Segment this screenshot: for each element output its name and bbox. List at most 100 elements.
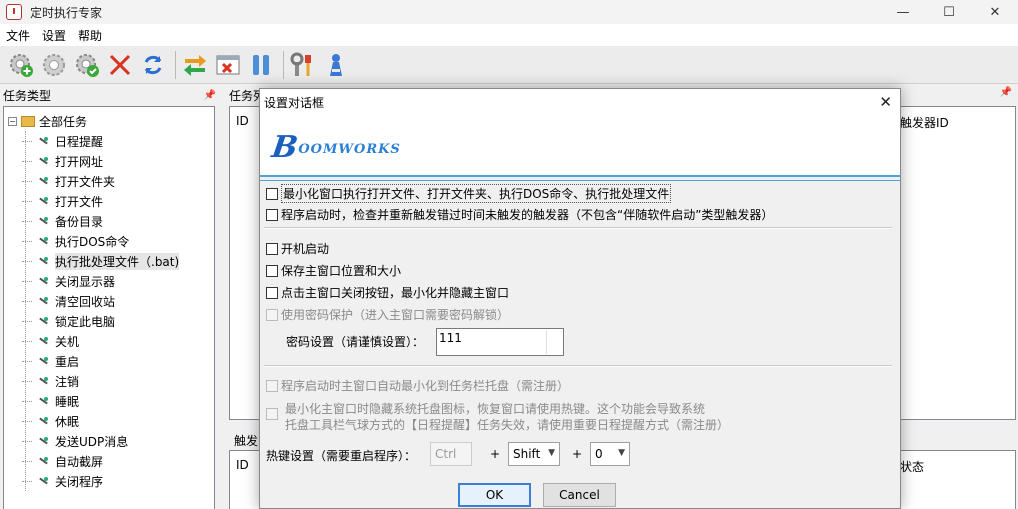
tools-icon[interactable] xyxy=(288,50,318,80)
tree-item-open-file[interactable]: 打开文件 xyxy=(4,191,214,211)
minimize-button[interactable]: — xyxy=(880,0,926,24)
task-type-icon xyxy=(38,276,50,286)
checkbox[interactable] xyxy=(266,208,278,221)
task-type-icon xyxy=(38,336,50,346)
pin-icon[interactable]: 📌 xyxy=(1000,87,1012,98)
tree-item-log-off[interactable]: 注销 xyxy=(4,371,214,391)
plus-sign: + xyxy=(572,447,583,461)
add-gear-icon[interactable] xyxy=(6,50,36,80)
tree-item-close-program[interactable]: 关闭程序 xyxy=(4,471,214,491)
tree-item-open-folder[interactable]: 打开文件夹 xyxy=(4,171,214,191)
checkbox xyxy=(266,308,278,321)
delete-x-icon[interactable] xyxy=(105,50,135,80)
option-start-minimized-to-tray: 程序启动时主窗口自动最小化到任务栏托盘（需注册） xyxy=(266,377,569,394)
tree-item-hibernate[interactable]: 休眠 xyxy=(4,411,214,431)
chevron-down-icon: ▼ xyxy=(548,448,555,458)
toolbar-separator xyxy=(175,50,176,79)
tree-item-restart[interactable]: 重启 xyxy=(4,351,214,371)
hotkey-modifier2-select[interactable]: Shift ▼ xyxy=(508,442,560,466)
cancel-button[interactable]: Cancel xyxy=(543,483,616,507)
check-gear-icon[interactable] xyxy=(72,50,102,80)
option-label: 点击主窗口关闭按钮，最小化并隐藏主窗口 xyxy=(281,286,510,300)
option-auto-start[interactable]: 开机启动 xyxy=(266,240,329,257)
dialog-close-button[interactable]: ✕ xyxy=(879,93,892,111)
tree-item-turn-off-monitor[interactable]: 关闭显示器 xyxy=(4,271,214,291)
ok-button[interactable]: OK xyxy=(458,483,531,507)
checkbox[interactable] xyxy=(266,264,278,277)
option-label-line2: 托盘工具栏气球方式的【日程提醒】任务失效，请使用重要日程提醒方式（需注册） xyxy=(285,418,730,432)
task-type-icon xyxy=(38,256,50,266)
pin-icon[interactable]: 📌 xyxy=(204,90,216,101)
task-type-tree[interactable]: − 全部任务 日程提醒 打开网址 打开文件夹 打开文件 备份目录 执行DOS命令… xyxy=(3,106,215,509)
collapse-icon[interactable]: − xyxy=(8,116,17,126)
pause-icon[interactable] xyxy=(246,50,276,80)
task-type-title: 任务类型 xyxy=(3,88,52,103)
banner: B OOMWORKS xyxy=(260,115,900,181)
checkbox[interactable] xyxy=(266,187,278,200)
tree-item-send-udp-message[interactable]: 发送UDP消息 xyxy=(4,431,214,451)
task-type-icon xyxy=(38,296,50,306)
folder-icon xyxy=(21,115,35,127)
chevron-down-icon: ▼ xyxy=(618,448,625,458)
tree-item-backup-directory[interactable]: 备份目录 xyxy=(4,211,214,231)
trigger-list-title: 触发 xyxy=(234,434,259,448)
task-type-pane: 任务类型 📌 − 全部任务 日程提醒 打开网址 打开文件夹 打开文件 备份目录 … xyxy=(0,86,222,509)
option-minimize-window-exec[interactable]: 最小化窗口执行打开文件、打开文件夹、执行DOS命令、执行批处理文件 xyxy=(266,184,672,203)
password-value: 111 xyxy=(439,331,462,345)
hotkey-key-select[interactable]: 0 ▼ xyxy=(590,442,630,466)
checkbox xyxy=(266,408,278,420)
toolbar xyxy=(0,46,1018,84)
menu-file[interactable]: 文件 xyxy=(0,27,36,44)
task-type-icon xyxy=(38,376,50,386)
checkbox xyxy=(266,379,278,392)
task-type-icon xyxy=(38,416,50,426)
tree-item-auto-screenshot[interactable]: 自动截屏 xyxy=(4,451,214,471)
tree-root-all-tasks[interactable]: − 全部任务 xyxy=(4,111,214,131)
col-id[interactable]: ID xyxy=(236,458,249,472)
settings-dialog: 设置对话框 ✕ B OOMWORKS 最小化窗口执行打开文件、打开文件夹、执行D… xyxy=(259,88,901,509)
task-type-icon xyxy=(38,436,50,446)
app-clock-icon xyxy=(6,4,22,20)
menu-settings[interactable]: 设置 xyxy=(36,27,72,44)
col-id[interactable]: ID xyxy=(236,114,249,128)
boomworks-logo: B OOMWORKS xyxy=(269,130,401,165)
checkbox[interactable] xyxy=(266,286,278,299)
option-minimize-on-close[interactable]: 点击主窗口关闭按钮，最小化并隐藏主窗口 xyxy=(266,284,509,301)
option-label: 使用密码保护（进入主窗口需要密码解锁） xyxy=(281,308,510,322)
option-password-protect: 使用密码保护（进入主窗口需要密码解锁） xyxy=(266,306,509,323)
tree-item-schedule-reminder[interactable]: 日程提醒 xyxy=(4,131,214,151)
tree-item-empty-recycle-bin[interactable]: 清空回收站 xyxy=(4,291,214,311)
window-close-icon[interactable] xyxy=(213,50,243,80)
tree-item-sleep[interactable]: 睡眠 xyxy=(4,391,214,411)
user-icon[interactable] xyxy=(321,50,351,80)
title-bar: 定时执行专家 — ☐ ✕ xyxy=(0,0,1018,24)
tree-item-shutdown[interactable]: 关机 xyxy=(4,331,214,351)
swap-arrows-icon[interactable] xyxy=(180,50,210,80)
tree-item-run-batch-file[interactable]: 执行批处理文件（.bat) xyxy=(4,251,214,271)
task-type-icon xyxy=(38,176,50,186)
option-label-line1: 最小化主窗口时隐藏系统托盘图标，恢复窗口请使用热键。这个功能会导致系统 xyxy=(285,402,706,416)
menu-bar: 文件 设置 帮助 xyxy=(0,24,1018,46)
password-label: 密码设置（请谨慎设置）： xyxy=(286,335,425,349)
tree-item-open-url[interactable]: 打开网址 xyxy=(4,151,214,171)
checkbox[interactable] xyxy=(266,242,278,255)
menu-help[interactable]: 帮助 xyxy=(72,27,108,44)
close-button[interactable]: ✕ xyxy=(972,0,1018,24)
task-type-icon xyxy=(38,476,50,486)
refresh-icon[interactable] xyxy=(138,50,168,80)
settings-gear-icon[interactable] xyxy=(39,50,69,80)
option-recheck-missed-triggers[interactable]: 程序启动时，检查并重新触发错过时间未触发的触发器（不包含“伴随软件启动”类型触发… xyxy=(266,206,773,223)
col-trigger-id[interactable]: 触发器ID xyxy=(900,114,949,131)
option-label: 程序启动时，检查并重新触发错过时间未触发的触发器（不包含“伴随软件启动”类型触发… xyxy=(281,208,774,222)
option-save-window-position[interactable]: 保存主窗口位置和大小 xyxy=(266,262,401,279)
tree-item-lock-computer[interactable]: 锁定此电脑 xyxy=(4,311,214,331)
col-status[interactable]: 状态 xyxy=(900,458,924,475)
maximize-button[interactable]: ☐ xyxy=(926,0,972,24)
tree-item-run-dos-command[interactable]: 执行DOS命令 xyxy=(4,231,214,251)
task-type-icon xyxy=(38,236,50,246)
tree-root-label: 全部任务 xyxy=(39,114,88,129)
task-type-icon xyxy=(38,216,50,226)
logo-initial: B xyxy=(269,130,300,165)
password-input[interactable]: 111 xyxy=(436,328,564,356)
logo-text: OOMWORKS xyxy=(298,142,401,157)
